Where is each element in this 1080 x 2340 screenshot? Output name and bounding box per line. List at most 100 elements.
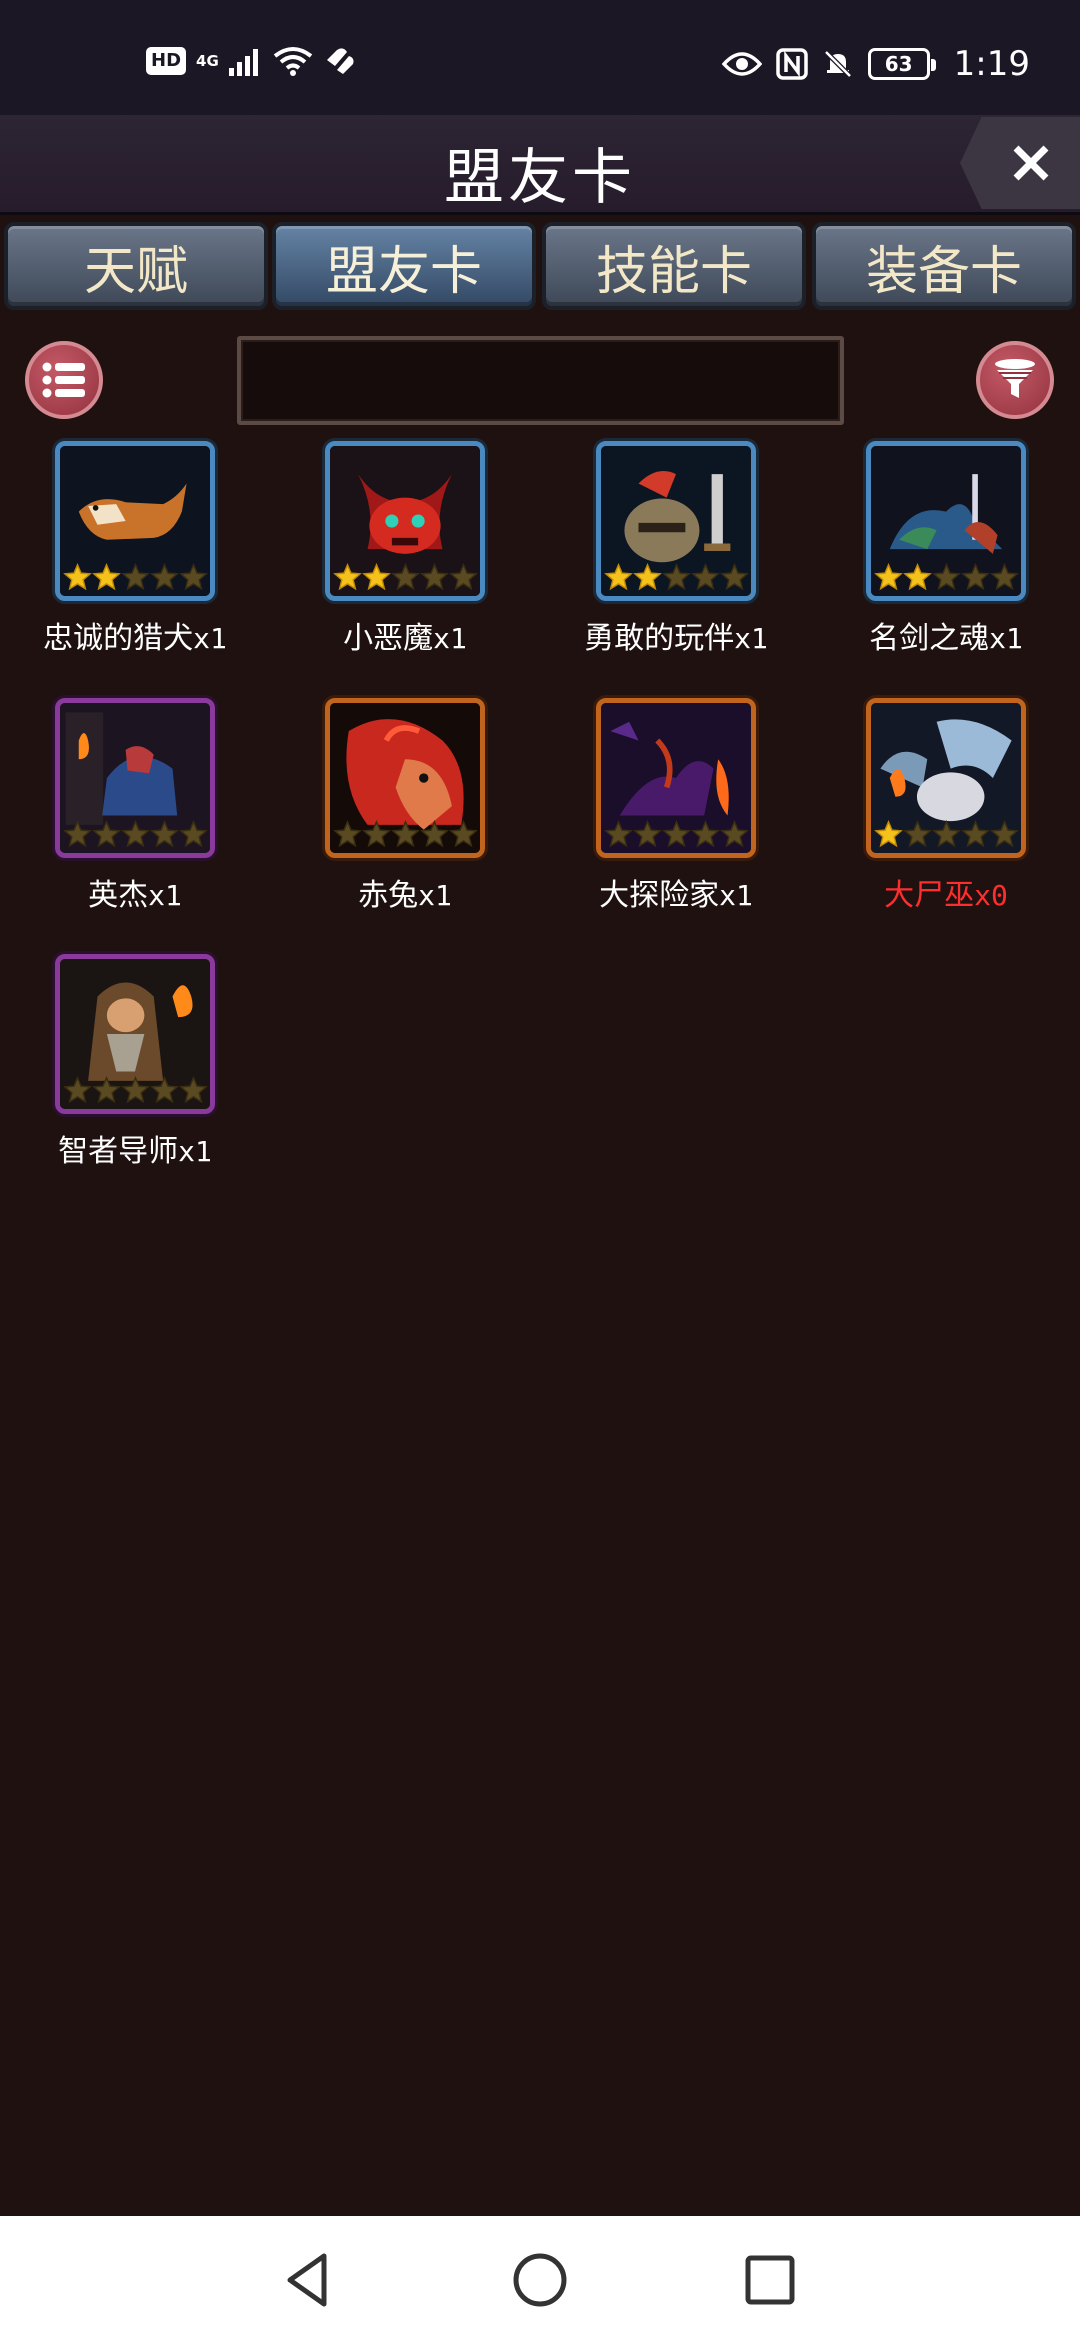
star-empty-icon	[179, 563, 208, 591]
filter-icon	[995, 359, 1035, 398]
card-portrait[interactable]	[596, 441, 756, 601]
star-filled-icon	[333, 563, 362, 591]
star-empty-icon	[961, 820, 990, 848]
card-portrait[interactable]	[55, 441, 215, 601]
card-quantity: x1	[433, 622, 467, 655]
card-quantity: x1	[734, 622, 768, 655]
card-name-label: 小恶魔x1	[270, 613, 540, 657]
card-name: 智者导师	[58, 1134, 179, 1169]
star-empty-icon	[633, 820, 662, 848]
star-rating	[333, 563, 478, 592]
card-portrait[interactable]	[55, 698, 215, 858]
card-name-label: 英杰x1	[0, 870, 270, 914]
search-box[interactable]	[237, 336, 844, 425]
star-empty-icon	[150, 563, 179, 591]
tab-talent[interactable]: 天赋	[4, 222, 268, 310]
star-filled-icon	[903, 563, 932, 591]
ally-card[interactable]: 小恶魔x1	[270, 441, 540, 691]
card-name-label: 赤兔x1	[270, 870, 540, 914]
card-name: 忠诚的猎犬	[43, 621, 194, 656]
star-empty-icon	[449, 820, 478, 848]
card-portrait[interactable]	[325, 698, 485, 858]
card-name-label: 大尸巫x0	[811, 870, 1080, 914]
star-empty-icon	[961, 563, 990, 591]
close-button[interactable]	[960, 117, 1080, 209]
filter-button[interactable]	[976, 341, 1054, 419]
star-empty-icon	[121, 820, 150, 848]
heart-link-icon	[326, 48, 354, 74]
star-empty-icon	[63, 820, 92, 848]
star-empty-icon	[903, 820, 932, 848]
star-empty-icon	[449, 563, 478, 591]
card-name-label: 名剑之魂x1	[811, 613, 1080, 657]
star-empty-icon	[121, 563, 150, 591]
card-portrait[interactable]	[866, 441, 1026, 601]
ally-card[interactable]: 大探险家x1	[541, 698, 811, 948]
wifi-icon	[273, 47, 312, 76]
star-rating	[604, 563, 749, 592]
page-title: 盟友卡	[444, 143, 636, 213]
card-portrait[interactable]	[55, 954, 215, 1114]
card-quantity: x1	[989, 622, 1023, 655]
card-name: 大尸巫	[884, 878, 975, 913]
card-name: 小恶魔	[343, 621, 434, 656]
star-empty-icon	[63, 1076, 92, 1104]
list-view-button[interactable]	[25, 341, 103, 419]
ally-card[interactable]: 英杰x1	[0, 698, 270, 948]
ally-card[interactable]: 赤兔x1	[270, 698, 540, 948]
star-empty-icon	[720, 563, 749, 591]
ally-card[interactable]: 名剑之魂x1	[811, 441, 1080, 691]
card-portrait[interactable]	[325, 441, 485, 601]
close-icon	[1013, 145, 1049, 181]
star-empty-icon	[932, 820, 961, 848]
star-rating	[604, 820, 749, 849]
star-empty-icon	[990, 563, 1019, 591]
star-filled-icon	[633, 563, 662, 591]
star-rating	[63, 1076, 208, 1105]
card-name-label: 勇敢的玩伴x1	[541, 613, 811, 657]
card-quantity: x1	[418, 879, 452, 912]
eye-icon	[721, 52, 762, 76]
star-empty-icon	[92, 820, 121, 848]
card-name-label: 智者导师x1	[0, 1126, 270, 1170]
battery-level: 63	[884, 52, 913, 76]
star-filled-icon	[874, 820, 903, 848]
card-quantity: x0	[974, 879, 1008, 912]
tab-equipment-cards[interactable]: 装备卡	[812, 222, 1076, 310]
star-empty-icon	[121, 1076, 150, 1104]
home-nav-icon[interactable]	[510, 2250, 570, 2310]
ally-card[interactable]: 勇敢的玩伴x1	[541, 441, 811, 691]
hd-badge: HD	[146, 47, 187, 75]
star-rating	[63, 563, 208, 592]
star-empty-icon	[179, 1076, 208, 1104]
card-name-label: 忠诚的猎犬x1	[0, 613, 270, 657]
star-empty-icon	[604, 820, 633, 848]
star-empty-icon	[662, 563, 691, 591]
search-input[interactable]	[241, 340, 840, 421]
clock: 1:19	[953, 44, 1030, 84]
star-empty-icon	[179, 820, 208, 848]
mute-bell-icon	[823, 50, 852, 78]
star-empty-icon	[662, 820, 691, 848]
star-empty-icon	[420, 563, 449, 591]
star-empty-icon	[420, 820, 449, 848]
ally-card[interactable]: 大尸巫x0	[811, 698, 1080, 948]
battery-icon: 63	[867, 48, 936, 80]
star-rating	[874, 563, 1019, 592]
star-empty-icon	[362, 820, 391, 848]
star-filled-icon	[63, 563, 92, 591]
card-portrait[interactable]	[596, 698, 756, 858]
card-name-label: 大探险家x1	[541, 870, 811, 914]
tab-skill-cards[interactable]: 技能卡	[542, 222, 806, 310]
star-empty-icon	[150, 1076, 179, 1104]
tab-ally-cards[interactable]: 盟友卡	[272, 222, 536, 310]
ally-card[interactable]: 忠诚的猎犬x1	[0, 441, 270, 691]
ally-card[interactable]: 智者导师x1	[0, 954, 270, 1204]
back-nav-icon[interactable]	[280, 2250, 340, 2310]
card-portrait[interactable]	[866, 698, 1026, 858]
list-icon	[42, 362, 85, 398]
star-filled-icon	[92, 563, 121, 591]
title-bar: 盟友卡	[0, 115, 1080, 215]
star-empty-icon	[932, 563, 961, 591]
recents-nav-icon[interactable]	[740, 2250, 800, 2310]
